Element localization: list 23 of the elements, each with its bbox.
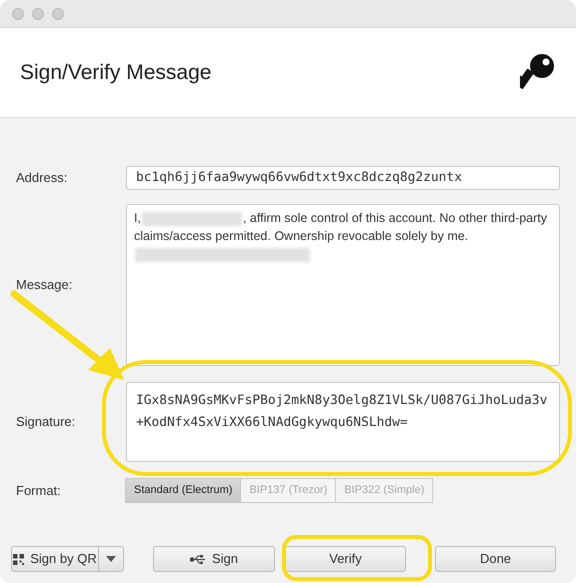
- message-text: I,: [134, 210, 141, 227]
- dialog-button[interactable]: Done: [435, 546, 556, 572]
- caret-icon: [106, 556, 116, 562]
- dialog-button[interactable]: Verify: [285, 546, 406, 572]
- message-field[interactable]: I, , affirm sole control of this account. No other third-party claims/access permitted. Ownership revocable solely by me.: [126, 204, 560, 366]
- field-label: Message:: [16, 276, 74, 294]
- dialog-title: Sign/Verify Message: [20, 60, 212, 86]
- signature-field[interactable]: IGx8sNA9GsMKvFsPBoj2mkN8y3Oelg8Z1VLSk/U087GiJhoLuda3v+KodNfx4SxViXX66lNAdGgkywqu6NSLhdw=: [126, 382, 560, 462]
- field-label: Address:: [16, 169, 68, 188]
- address-field[interactable]: bc1qh6jj6faa9wywq66vw6dtxt9xc8dczq8g2zuntx: [126, 166, 560, 190]
- zoom-button[interactable]: [52, 8, 64, 20]
- message-text: , affirm sole control of this account. No other third-party: [242, 210, 548, 227]
- sign-button[interactable]: Sign: [153, 546, 275, 572]
- message-text: claims/access permitted. Ownership revocable solely by me.: [134, 228, 468, 245]
- format-option[interactable]: Standard (Electrum): [125, 478, 242, 502]
- close-button[interactable]: [12, 8, 24, 20]
- sign-by-qr-button[interactable]: Sign by QR: [11, 546, 99, 572]
- dropdown-button[interactable]: [98, 546, 124, 572]
- usb-icon: [190, 554, 206, 564]
- qr-code-icon: [13, 554, 24, 564]
- field-label: Signature:: [16, 413, 76, 432]
- field-label: Format:: [16, 482, 62, 500]
- minimize-button[interactable]: [32, 8, 44, 20]
